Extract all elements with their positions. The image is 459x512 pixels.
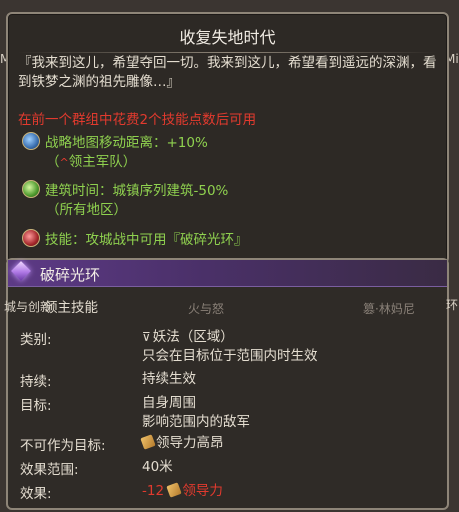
flavor-quote: 『我来到这儿，希望夺回一切。我来到这儿，希望看到遥远的深渊，看到铁梦之渊的祖先雕… [18, 55, 437, 90]
title-divider [18, 52, 437, 53]
skill-name: 破碎光环 [40, 266, 101, 284]
attr-label-untargetable: 不可作为目标: [20, 438, 106, 454]
bonus-movement: 战略地图移动距离：+10% （^领主军队） [22, 132, 208, 172]
bonus-building: 建筑时间：城镇序列建筑-50% （所有地区） [22, 180, 228, 220]
compass-icon [22, 132, 40, 150]
attr-value-duration: 持续生效 [142, 371, 196, 387]
skill-detail-panel: 破碎光环 城与创新 领主技能 火与怒 篡·林妈尼 类别: ⊽ 妖法（区域） 只会在… [4, 258, 449, 510]
background-label-right: 篡·林妈尼 [363, 302, 415, 316]
attr-label-target: 目标: [20, 398, 52, 414]
gem-icon [11, 261, 31, 281]
attr-label-effect: 效果: [20, 486, 52, 502]
attr-label-category: 类别: [20, 332, 52, 348]
attr-value-range: 40米 [142, 459, 173, 475]
skill-node-tooltip: 收复失地时代 『我来到这儿，希望夺回一切。我来到这儿，希望看到遥远的深渊，看到铁… [6, 12, 449, 264]
leadership-icon [140, 434, 156, 450]
spell-icon: ⊽ [142, 330, 151, 344]
skill-icon [22, 229, 40, 247]
unlock-requirement: 在前一个群组中花费2个技能点数后可用 [18, 112, 257, 128]
attr-value-effect: -12 领导力 [142, 482, 223, 499]
skill-header: 破碎光环 [8, 260, 447, 287]
bonus-skill-unlock: 技能：攻城战中可用『破碎光环』 [22, 229, 248, 250]
skill-type: 领主技能 [44, 300, 98, 316]
leadership-icon [166, 482, 183, 498]
army-icon: ^ [59, 156, 69, 169]
background-far-right-label: 环 [446, 298, 459, 312]
background-label-mid: 火与怒 [188, 302, 225, 316]
attr-value-untargetable: 领导力高昂 [140, 434, 224, 453]
hammer-icon [22, 180, 40, 198]
attr-value-category: ⊽ 妖法（区域） 只会在目标位于范围内时生效 [142, 329, 318, 364]
tooltip-title: 收复失地时代 [179, 28, 276, 47]
attr-label-range: 效果范围: [20, 462, 79, 478]
attr-value-target: 自身周围 影响范围内的敌军 [142, 395, 250, 430]
attr-label-duration: 持续: [20, 374, 52, 390]
background-top-strip [0, 0, 459, 12]
